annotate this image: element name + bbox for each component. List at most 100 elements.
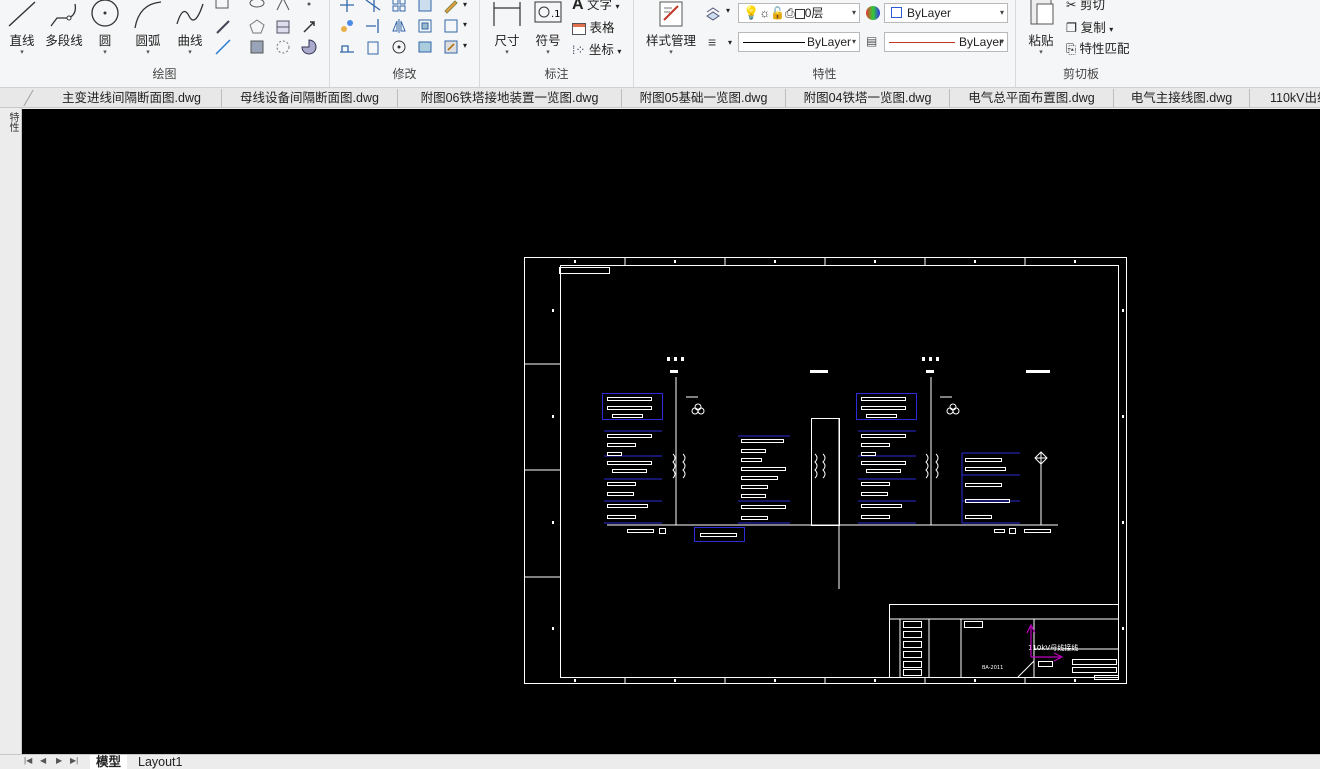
chevron-down-icon[interactable]: ▾ [726,6,730,15]
chevron-down-icon[interactable]: ▾ [4,49,40,57]
chevron-down-icon[interactable]: ▾ [88,49,122,57]
bay-headers [667,357,1050,373]
tab-doc-0[interactable]: 主变进线间隔断面图.dwg [42,89,222,107]
offset-icon[interactable] [416,17,434,35]
region-icon[interactable] [248,38,266,56]
tab-doc-6[interactable]: 电气主接线图.dwg [1114,89,1250,107]
move-icon[interactable] [338,0,356,14]
tab-model[interactable]: 模型 [90,755,128,769]
lineweight-value: ByLayer [959,35,1004,49]
properties-edit-icon[interactable] [442,38,460,56]
circle-tool-button[interactable]: 圆 ▾ [88,0,122,57]
construction-line-icon[interactable] [214,38,232,56]
copy-button[interactable]: ❐ 复制 ▾ [1066,17,1113,36]
table-icon [572,22,586,35]
last-layout-icon[interactable]: ▶| [70,756,78,765]
extend-icon[interactable] [364,17,382,35]
table-tool-button[interactable]: 表格 [572,17,615,36]
cut-label: 剪切 [1079,0,1105,12]
layer-state-icon[interactable] [704,4,722,22]
pencil-edit-icon[interactable] [442,0,460,14]
chevron-down-icon[interactable]: ▾ [172,49,208,57]
ray-icon[interactable] [300,18,318,36]
next-layout-icon[interactable]: ▶ [56,756,62,765]
cut-button[interactable]: ✂ 剪切 [1066,0,1105,13]
prev-layout-icon[interactable]: ◀ [40,756,46,765]
color-wheel-icon[interactable] [864,4,882,22]
linetype-dropdown[interactable]: ByLayer ▾ [738,32,860,52]
hatch-line-icon[interactable] [214,18,232,36]
sector-icon[interactable] [300,38,318,56]
chevron-down-icon[interactable]: ▾ [728,38,732,47]
chevron-down-icon[interactable]: ▾ [130,49,166,57]
chevron-down-icon: ▾ [999,37,1004,46]
linetype-preview [743,42,805,43]
rectangle-icon[interactable] [214,0,232,14]
chevron-down-icon: ▾ [851,37,856,46]
style-manager-button[interactable]: 样式管理 ▾ [640,0,702,57]
color-dropdown[interactable]: ByLayer ▾ [884,3,1008,23]
polygon-icon[interactable] [248,18,266,36]
lineweight-icon[interactable]: ≡ [708,34,716,50]
linetype-value: ByLayer [807,35,852,49]
tab-doc-4[interactable]: 附图04铁塔一览图.dwg [786,89,950,107]
chevron-down-icon[interactable]: ▾ [1024,49,1058,57]
drawing-number-text: BA-2011 [982,665,1003,671]
outer-border [524,257,1127,684]
trim-icon[interactable] [364,0,382,14]
polyline-icon [50,3,77,27]
table-insert-icon[interactable] [274,18,292,36]
drawing-canvas[interactable]: 110kV母线接线 BA-2011 [22,109,1320,754]
ellipse-icon[interactable] [248,0,266,14]
layer-dropdown[interactable]: 💡☼🔓⎙ 0层 ▾ [738,3,860,23]
chevron-down-icon[interactable]: ▾ [463,20,467,29]
dimension-tool-button[interactable]: 尺寸 ▾ [488,0,526,57]
polyline-tool-button[interactable]: 多段线 [42,0,86,49]
lineweight-table-icon[interactable]: ▤ [866,34,877,48]
line-tool-button[interactable]: 直线 ▾ [4,0,40,57]
chevron-down-icon[interactable]: ▾ [530,49,566,57]
tab-layout1[interactable]: Layout1 [132,755,188,769]
chevron-down-icon[interactable]: ▾ [463,0,467,9]
chevron-down-icon[interactable]: ▾ [640,49,702,57]
tab-doc-2[interactable]: 附图06铁塔接地装置一览图.dwg [398,89,622,107]
chevron-down-icon[interactable]: ▾ [463,41,467,50]
paste-button[interactable]: 粘贴 ▾ [1024,0,1058,57]
break-icon[interactable] [442,17,460,35]
properties-panel: 样式管理 ▾ ▾ ≡ ▾ 💡☼🔓⎙ 0层 ▾ ByLayer ▾ ByLayer … [634,0,1016,87]
point-icon[interactable] [300,0,318,14]
tab-doc-3[interactable]: 附图05基础一览图.dwg [622,89,786,107]
chevron-down-icon[interactable]: ▾ [488,49,526,57]
draw-panel: 直线 ▾ 多段线 圆 ▾ 圆弧 ▾ 曲线 ▾ 绘图 [0,0,330,87]
angle-icon[interactable] [274,0,292,14]
sun-icon: ☼ [759,6,771,20]
stretch-icon[interactable] [338,38,356,56]
mirror-icon[interactable] [390,17,408,35]
palette-strip-label: 特性 [7,112,18,132]
properties-panel-title: 特性 [812,67,837,81]
array-icon[interactable] [390,0,408,14]
match-properties-button[interactable]: ⎘ 特性匹配 [1066,38,1130,57]
tab-doc-7[interactable]: 110kV出线 [1250,89,1320,107]
explode-icon[interactable] [416,0,434,14]
symbol-tool-button[interactable]: .1 符号 ▾ [530,0,566,57]
text-tool-button[interactable]: A 文字 ▾ [572,0,620,14]
bay-1 [602,377,705,534]
arc-tool-button[interactable]: 圆弧 ▾ [130,0,166,57]
first-layout-icon[interactable]: |◀ [24,756,32,765]
curve-tool-button[interactable]: 曲线 ▾ [172,0,208,57]
properties-palette-strip[interactable]: 特性 [0,108,22,754]
coordinate-tool-button[interactable]: ⁞⁘ 坐标 ▾ [572,39,621,58]
join-icon[interactable] [416,38,434,56]
printer-icon: ⎙ [785,6,795,20]
arc-tool-label: 圆弧 [135,34,161,48]
scale-icon[interactable] [364,38,382,56]
lineweight-dropdown[interactable]: ByLayer ▾ [884,32,1008,52]
rotate-icon[interactable] [390,38,408,56]
bay-2 [694,435,826,542]
copy-object-icon[interactable] [338,17,356,35]
donut-icon[interactable] [274,38,292,56]
coordinate-tool-label: 坐标 [588,43,614,57]
tab-doc-5[interactable]: 电气总平面布置图.dwg [950,89,1114,107]
tab-doc-1[interactable]: 母线设备间隔断面图.dwg [222,89,398,107]
